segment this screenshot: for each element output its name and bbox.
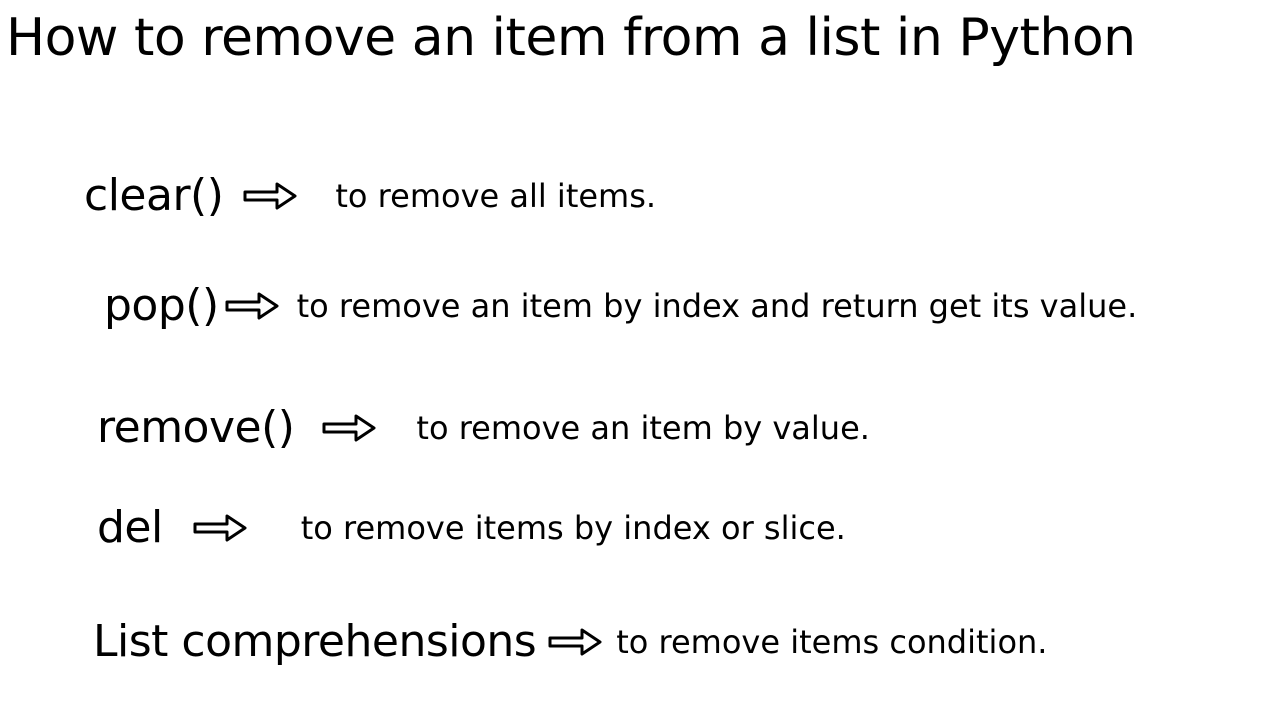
method-description: to remove an item by index and return ge…: [297, 287, 1138, 325]
method-name: clear(): [84, 170, 223, 221]
method-row-remove: remove() to remove an item by value.: [97, 402, 870, 453]
method-name: del: [97, 502, 163, 553]
method-name: pop(): [104, 280, 219, 331]
arrow-right-icon: [243, 181, 297, 211]
arrow-right-icon: [193, 513, 247, 543]
method-row-list-comprehensions: List comprehensions to remove items cond…: [93, 616, 1047, 667]
method-row-clear: clear() to remove all items.: [84, 170, 656, 221]
arrow-right-icon: [322, 413, 376, 443]
arrow-right-icon: [548, 627, 602, 657]
method-description: to remove items condition.: [616, 623, 1047, 661]
arrow-right-icon: [225, 291, 279, 321]
method-description: to remove items by index or slice.: [301, 509, 846, 547]
method-name: remove(): [97, 402, 294, 453]
method-description: to remove all items.: [335, 177, 656, 215]
method-description: to remove an item by value.: [416, 409, 870, 447]
method-name: List comprehensions: [93, 616, 536, 667]
method-row-pop: pop() to remove an item by index and ret…: [104, 280, 1137, 331]
method-row-del: del to remove items by index or slice.: [97, 502, 846, 553]
page-title: How to remove an item from a list in Pyt…: [6, 8, 1136, 68]
